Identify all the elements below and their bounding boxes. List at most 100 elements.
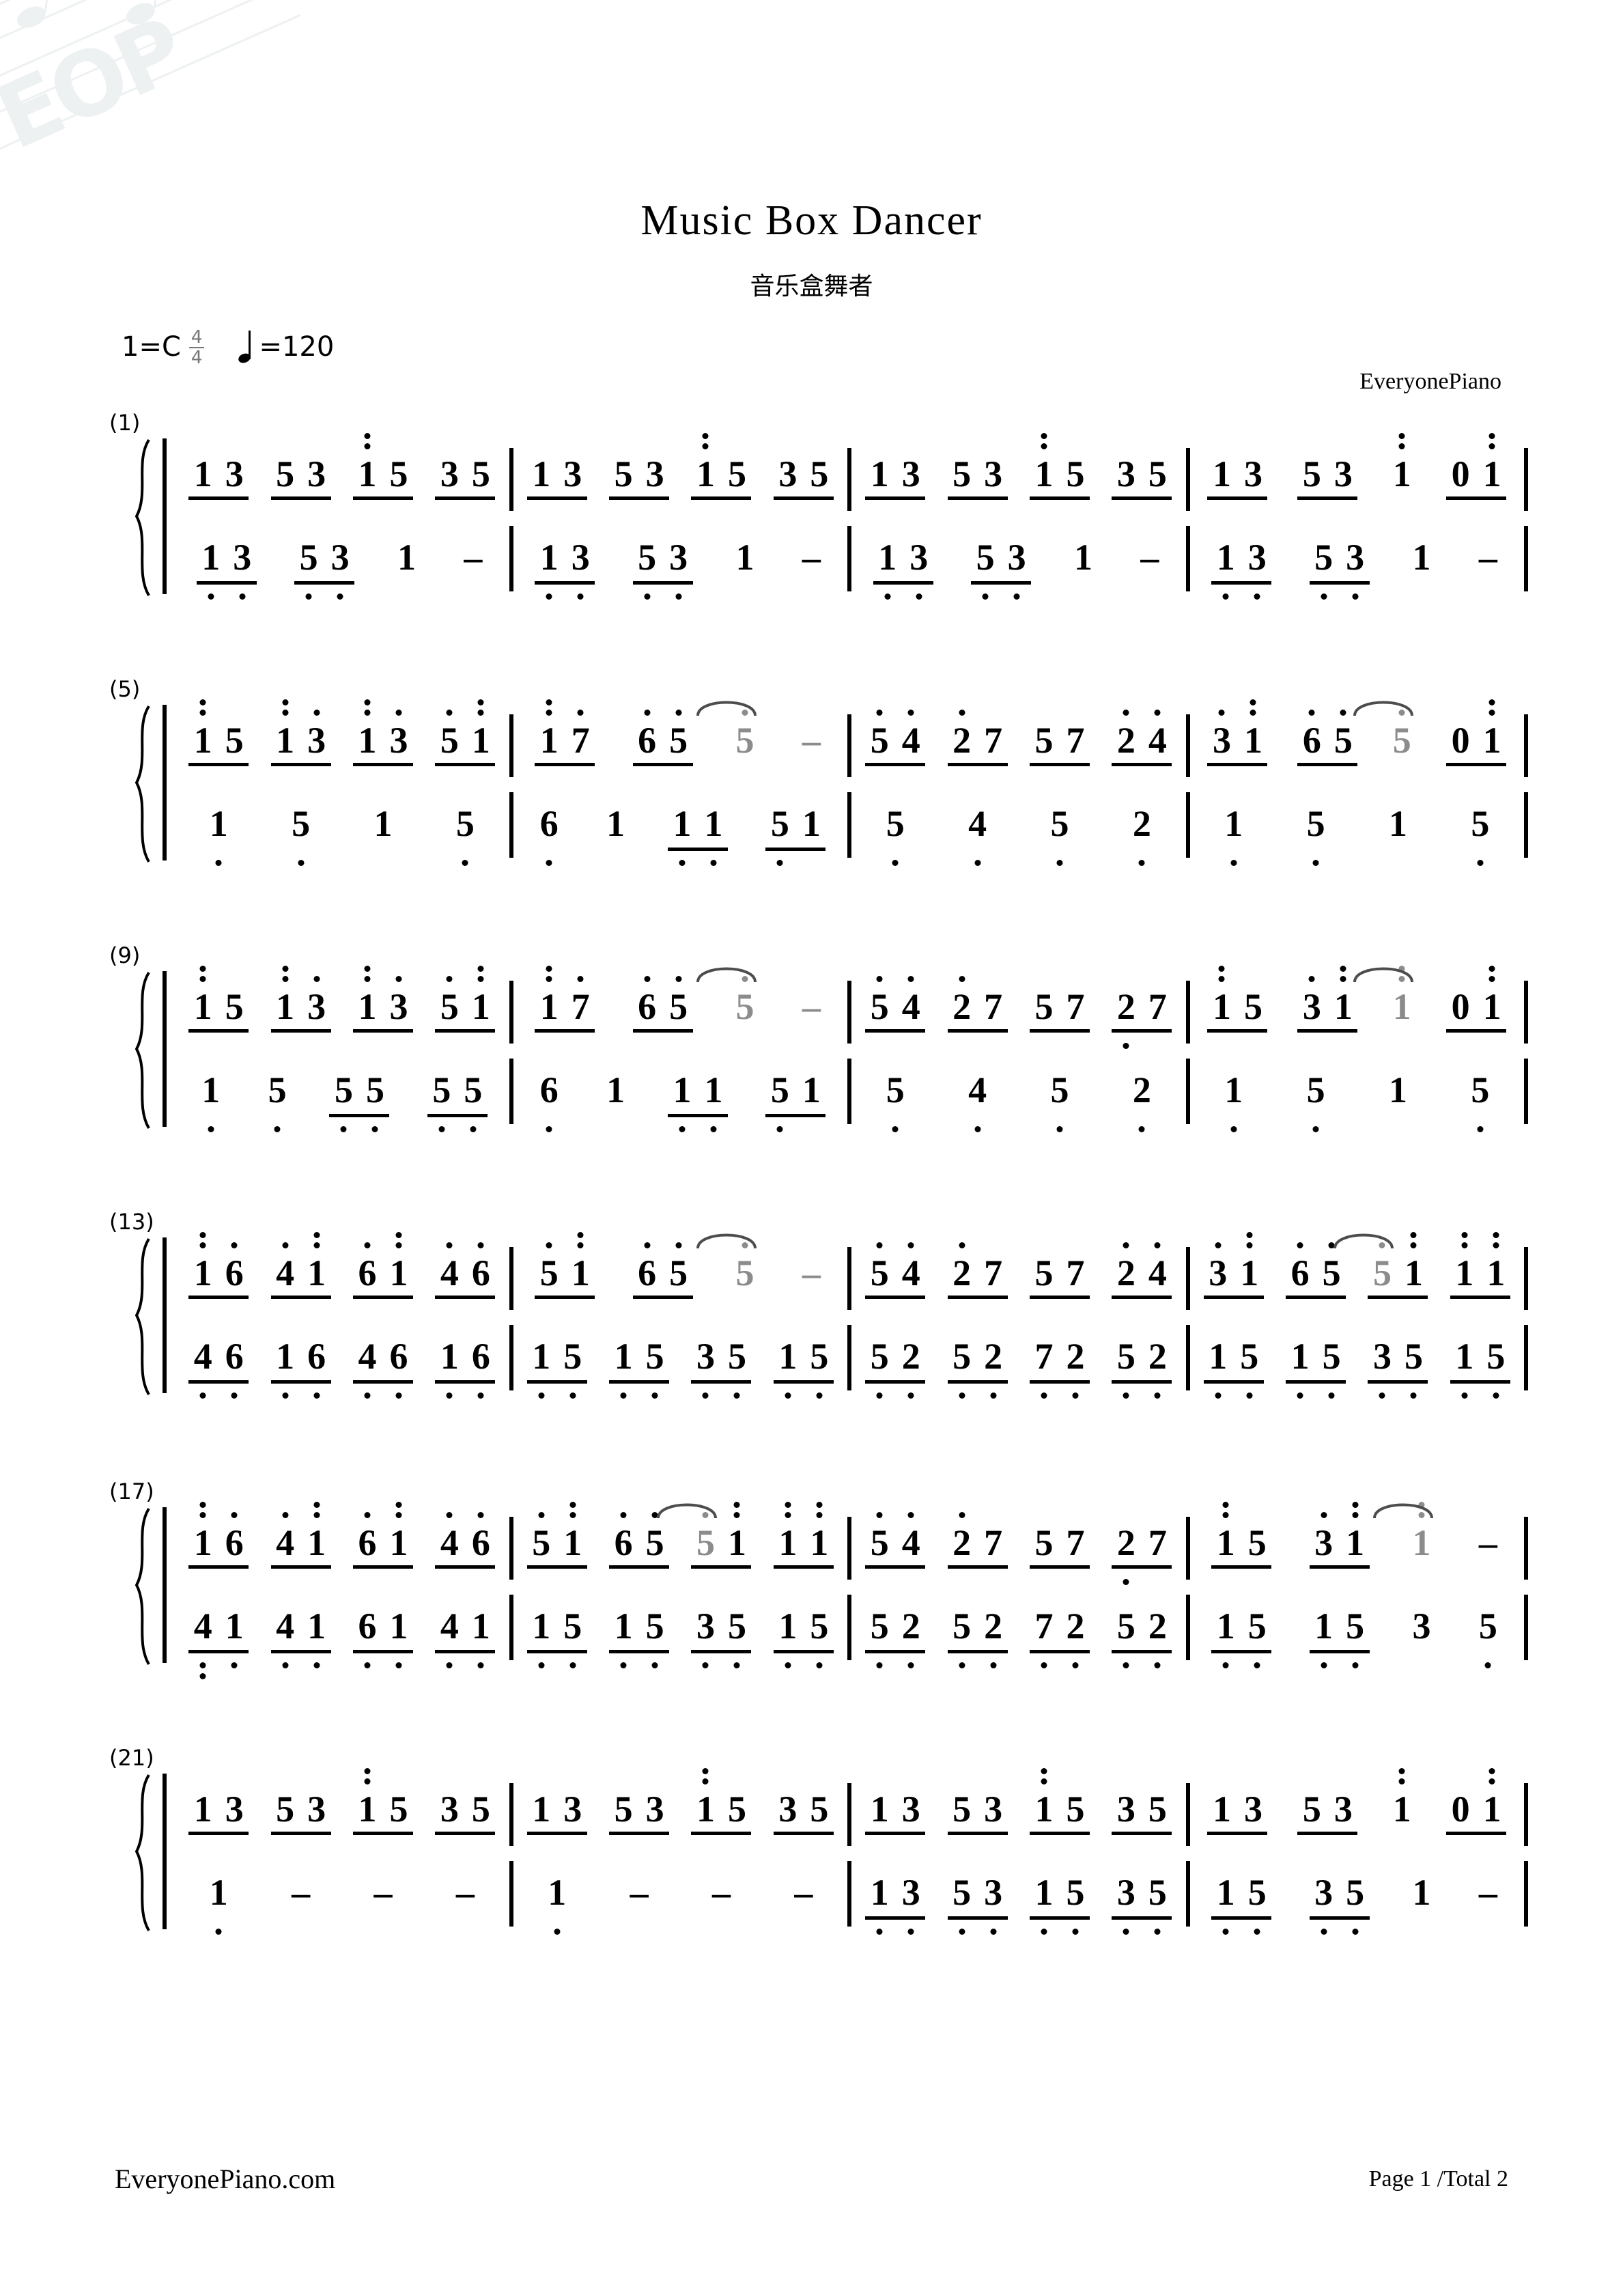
note-group: 35 <box>1308 1873 1371 1935</box>
tie-arc <box>1370 1496 1436 1520</box>
note-2: 2 <box>895 1337 927 1399</box>
note-group: 13 <box>352 699 414 766</box>
note-1: 1 <box>804 1502 835 1562</box>
note-1: 1 <box>1386 966 1417 1026</box>
note-7: 7 <box>1066 720 1085 761</box>
note-5: 5 <box>457 1071 489 1132</box>
note-group: 53 <box>1308 538 1371 600</box>
note-1: 1 <box>608 1337 639 1399</box>
note-5: 5 <box>1465 1071 1496 1132</box>
note-1: 1 <box>1210 1502 1241 1562</box>
octave-dot-low <box>884 593 891 600</box>
note-group: 13 <box>1210 538 1273 600</box>
octave-dot-low <box>1477 1126 1484 1132</box>
note-group: 1 <box>1372 1502 1437 1562</box>
octave-dot-high-2 <box>1218 966 1225 972</box>
note-1: 1 <box>193 453 212 494</box>
note-group: 35 <box>772 1790 835 1835</box>
note-group: 5 <box>1472 1607 1504 1668</box>
note-1: 1 <box>1388 803 1407 844</box>
note-7: 7 <box>984 986 1003 1027</box>
note-group: 1 <box>1067 538 1099 576</box>
octave-dot-high <box>675 976 682 982</box>
note-group: 15 <box>608 1337 671 1399</box>
octave-dot-low <box>215 1929 222 1935</box>
note-2: 2 <box>946 1242 978 1292</box>
octave-dot-high-2 <box>199 699 206 705</box>
note-5: 5 <box>864 1242 895 1292</box>
octave-dot-high <box>644 1242 651 1248</box>
note-group: 13 <box>526 1790 589 1835</box>
note-group: 1 <box>203 804 234 866</box>
bass-staff-line: 414161411515351552527252151535 <box>163 1588 1528 1688</box>
note-5: 5 <box>663 1242 694 1292</box>
octave-dot-high-2 <box>1222 1502 1229 1508</box>
note-4: 4 <box>187 1607 218 1679</box>
note-group: 1 <box>1382 804 1413 843</box>
octave-dot-low <box>231 1662 238 1668</box>
note-2: 2 <box>1110 1524 1142 1585</box>
octave-dot-low <box>274 1126 281 1132</box>
octave-dot-high-2 <box>364 699 371 705</box>
octave-dot-high-2 <box>1398 433 1405 439</box>
note-4: 4 <box>895 976 927 1026</box>
bass-staff-line: 151561115154521515 <box>163 785 1528 885</box>
octave-dot-low <box>974 860 981 866</box>
measure-number: (1) <box>109 410 141 436</box>
note-1: 1 <box>1210 1873 1241 1935</box>
note-3: 3 <box>301 710 333 759</box>
barline <box>1524 526 1528 591</box>
piano-brace <box>126 1237 156 1396</box>
note-group: 1 <box>729 538 761 576</box>
note-group: 16 <box>187 1232 250 1299</box>
octave-dot-low <box>1254 593 1260 600</box>
octave-dot-low <box>620 1392 627 1399</box>
octave-dot-high <box>1461 1242 1468 1248</box>
note-6: 6 <box>218 1242 250 1292</box>
octave-dot-high <box>675 1242 682 1248</box>
note-group: 11 <box>666 804 729 866</box>
octave-dot-high <box>1340 976 1346 982</box>
note-1: 1 <box>1218 1071 1250 1132</box>
note-5: 5 <box>952 1789 972 1830</box>
note-2: 2 <box>1110 710 1142 759</box>
note-5: 5 <box>1034 1252 1054 1293</box>
octave-dot-high <box>231 1512 238 1518</box>
note-group: 15 <box>352 433 414 500</box>
note-5: 5 <box>1148 1789 1167 1830</box>
note-6: 6 <box>632 710 663 759</box>
note-6: 6 <box>352 1607 383 1668</box>
note-5: 5 <box>864 1512 895 1562</box>
octave-dot-high <box>446 1512 453 1518</box>
note-5: 5 <box>1241 1873 1273 1935</box>
octave-dot-high-2 <box>395 1502 402 1508</box>
note-group: 65 <box>1296 710 1359 766</box>
note-7: 7 <box>1066 1252 1085 1293</box>
note-6: 6 <box>301 1337 333 1399</box>
octave-dot-high <box>364 1242 371 1248</box>
note-group: 5 <box>285 804 317 866</box>
note-3: 3 <box>1308 1512 1340 1562</box>
note-group: 01 <box>1445 433 1508 500</box>
note-1: 1 <box>870 453 889 494</box>
octave-dot-low <box>364 1392 371 1399</box>
octave-dot-high <box>395 1242 402 1248</box>
note-1: 1 <box>1386 1768 1417 1828</box>
note-rest: 0 <box>1451 453 1470 494</box>
octave-dot-low <box>1041 1662 1047 1668</box>
note-6: 6 <box>632 976 663 1026</box>
footer-website: EveryonePiano.com <box>115 2164 336 2194</box>
note-group: 1 <box>541 1873 573 1935</box>
note-2: 2 <box>978 1337 1009 1399</box>
note-group: 35 <box>690 1337 752 1399</box>
octave-dot-high-2 <box>546 699 552 705</box>
note-dash: – <box>802 1252 821 1293</box>
octave-dot-low <box>282 1392 289 1399</box>
note-1: 1 <box>735 537 754 578</box>
note-3: 3 <box>1366 1337 1398 1399</box>
note-5: 5 <box>727 1789 746 1830</box>
note-5: 5 <box>663 710 694 759</box>
note-1: 1 <box>870 1789 889 1830</box>
note-group: 53 <box>293 538 356 600</box>
note-3: 3 <box>1333 453 1353 494</box>
